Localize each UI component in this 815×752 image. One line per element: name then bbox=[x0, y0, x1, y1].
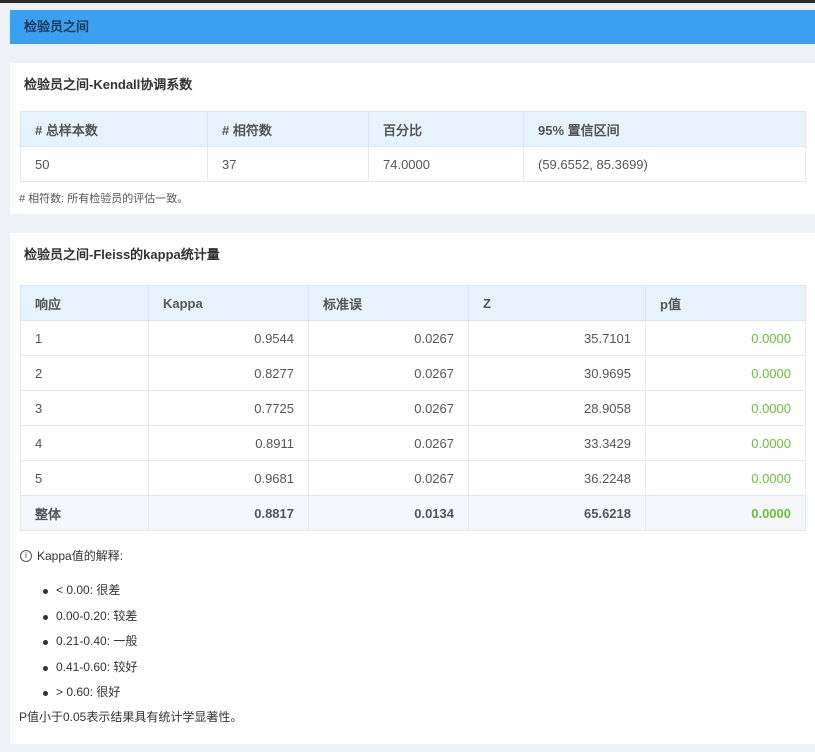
list-item: 0.00-0.20: 较差 bbox=[38, 604, 137, 630]
fleiss-card-title: 检验员之间-Fleiss的kappa统计量 bbox=[24, 247, 220, 262]
fleiss-cell-response: 5 bbox=[20, 460, 149, 496]
fleiss-total-z: 65.6218 bbox=[468, 495, 646, 531]
list-item: > 0.60: 很好 bbox=[38, 680, 137, 706]
fleiss-cell-kappa: 0.8277 bbox=[148, 355, 309, 391]
fleiss-cell-p: 0.0000 bbox=[645, 355, 806, 391]
fleiss-cell-z: 30.9695 bbox=[468, 355, 646, 391]
p-value-note: P值小于0.05表示结果具有统计学显著性。 bbox=[19, 710, 243, 724]
fleiss-total-p: 0.0000 bbox=[645, 495, 806, 531]
kendall-table-header: # 总样本数 # 相符数 百分比 95% 置信区间 bbox=[20, 111, 806, 147]
kendall-col-ci: 95% 置信区间 bbox=[523, 111, 806, 147]
fleiss-cell-kappa: 0.7725 bbox=[148, 390, 309, 426]
fleiss-cell-z: 36.2248 bbox=[468, 460, 646, 496]
fleiss-cell-se: 0.0267 bbox=[308, 320, 469, 356]
fleiss-cell-response: 4 bbox=[20, 425, 149, 461]
fleiss-cell-response: 3 bbox=[20, 390, 149, 426]
kendall-col-total: # 总样本数 bbox=[20, 111, 208, 147]
kendall-col-matched: # 相符数 bbox=[207, 111, 369, 147]
fleiss-cell-se: 0.0267 bbox=[308, 425, 469, 461]
kappa-interpretation-heading: i Kappa值的解释: bbox=[20, 547, 123, 564]
list-item: 0.21-0.40: 一般 bbox=[38, 629, 137, 655]
fleiss-cell-se: 0.0267 bbox=[308, 460, 469, 496]
kendall-cell-percent: 74.0000 bbox=[368, 146, 524, 182]
fleiss-cell-kappa: 0.8911 bbox=[148, 425, 309, 461]
fleiss-cell-p: 0.0000 bbox=[645, 390, 806, 426]
kappa-levels-list: < 0.00: 很差 0.00-0.20: 较差 0.21-0.40: 一般 0… bbox=[38, 578, 137, 706]
fleiss-cell-z: 33.3429 bbox=[468, 425, 646, 461]
table-row: 1 0.9544 0.0267 35.7101 0.0000 bbox=[20, 320, 806, 356]
kendall-cell-matched: 37 bbox=[207, 146, 369, 182]
fleiss-col-z: Z bbox=[468, 285, 646, 321]
fleiss-cell-kappa: 0.9681 bbox=[148, 460, 309, 496]
kendall-col-percent: 百分比 bbox=[368, 111, 524, 147]
fleiss-cell-se: 0.0267 bbox=[308, 355, 469, 391]
table-row: 2 0.8277 0.0267 30.9695 0.0000 bbox=[20, 355, 806, 391]
fleiss-col-p: p值 bbox=[645, 285, 806, 321]
kappa-interpretation-title: Kappa值的解释: bbox=[37, 549, 124, 563]
fleiss-cell-response: 2 bbox=[20, 355, 149, 391]
fleiss-total-se: 0.0134 bbox=[308, 495, 469, 531]
fleiss-cell-z: 28.9058 bbox=[468, 390, 646, 426]
fleiss-table: 响应 Kappa 标准误 Z p值 1 0.9544 0.0267 35.710… bbox=[20, 285, 806, 531]
kendall-footnote: # 相符数: 所有检验员的评估一致。 bbox=[19, 193, 189, 205]
fleiss-total-kappa: 0.8817 bbox=[148, 495, 309, 531]
fleiss-cell-p: 0.0000 bbox=[645, 460, 806, 496]
list-item: < 0.00: 很差 bbox=[38, 578, 137, 604]
kendall-cell-ci: (59.6552, 85.3699) bbox=[523, 146, 806, 182]
table-row: 50 37 74.0000 (59.6552, 85.3699) bbox=[20, 146, 806, 182]
table-row: 3 0.7725 0.0267 28.9058 0.0000 bbox=[20, 390, 806, 426]
section-header-title: 检验员之间 bbox=[24, 19, 90, 34]
fleiss-card: 检验员之间-Fleiss的kappa统计量 响应 Kappa 标准误 Z p值 … bbox=[10, 233, 815, 744]
fleiss-col-se: 标准误 bbox=[308, 285, 469, 321]
fleiss-cell-p: 0.0000 bbox=[645, 320, 806, 356]
fleiss-cell-z: 35.7101 bbox=[468, 320, 646, 356]
fleiss-cell-se: 0.0267 bbox=[308, 390, 469, 426]
fleiss-col-kappa: Kappa bbox=[148, 285, 309, 321]
info-circle-icon: i bbox=[20, 549, 32, 562]
kendall-table: # 总样本数 # 相符数 百分比 95% 置信区间 50 37 74.0000 … bbox=[20, 111, 806, 182]
table-total-row: 整体 0.8817 0.0134 65.6218 0.0000 bbox=[20, 495, 806, 531]
fleiss-cell-p: 0.0000 bbox=[645, 425, 806, 461]
fleiss-cell-response: 1 bbox=[20, 320, 149, 356]
fleiss-table-header: 响应 Kappa 标准误 Z p值 bbox=[20, 285, 806, 321]
kendall-card-title: 检验员之间-Kendall协调系数 bbox=[24, 77, 193, 92]
section-header: 检验员之间 bbox=[10, 10, 815, 44]
table-row: 4 0.8911 0.0267 33.3429 0.0000 bbox=[20, 425, 806, 461]
table-row: 5 0.9681 0.0267 36.2248 0.0000 bbox=[20, 460, 806, 496]
fleiss-cell-kappa: 0.9544 bbox=[148, 320, 309, 356]
window-top-edge bbox=[0, 0, 815, 3]
fleiss-total-label: 整体 bbox=[20, 495, 149, 531]
kendall-cell-total: 50 bbox=[20, 146, 208, 182]
kendall-card: 检验员之间-Kendall协调系数 # 总样本数 # 相符数 百分比 95% 置… bbox=[10, 63, 815, 214]
list-item: 0.41-0.60: 较好 bbox=[38, 655, 137, 681]
fleiss-col-response: 响应 bbox=[20, 285, 149, 321]
